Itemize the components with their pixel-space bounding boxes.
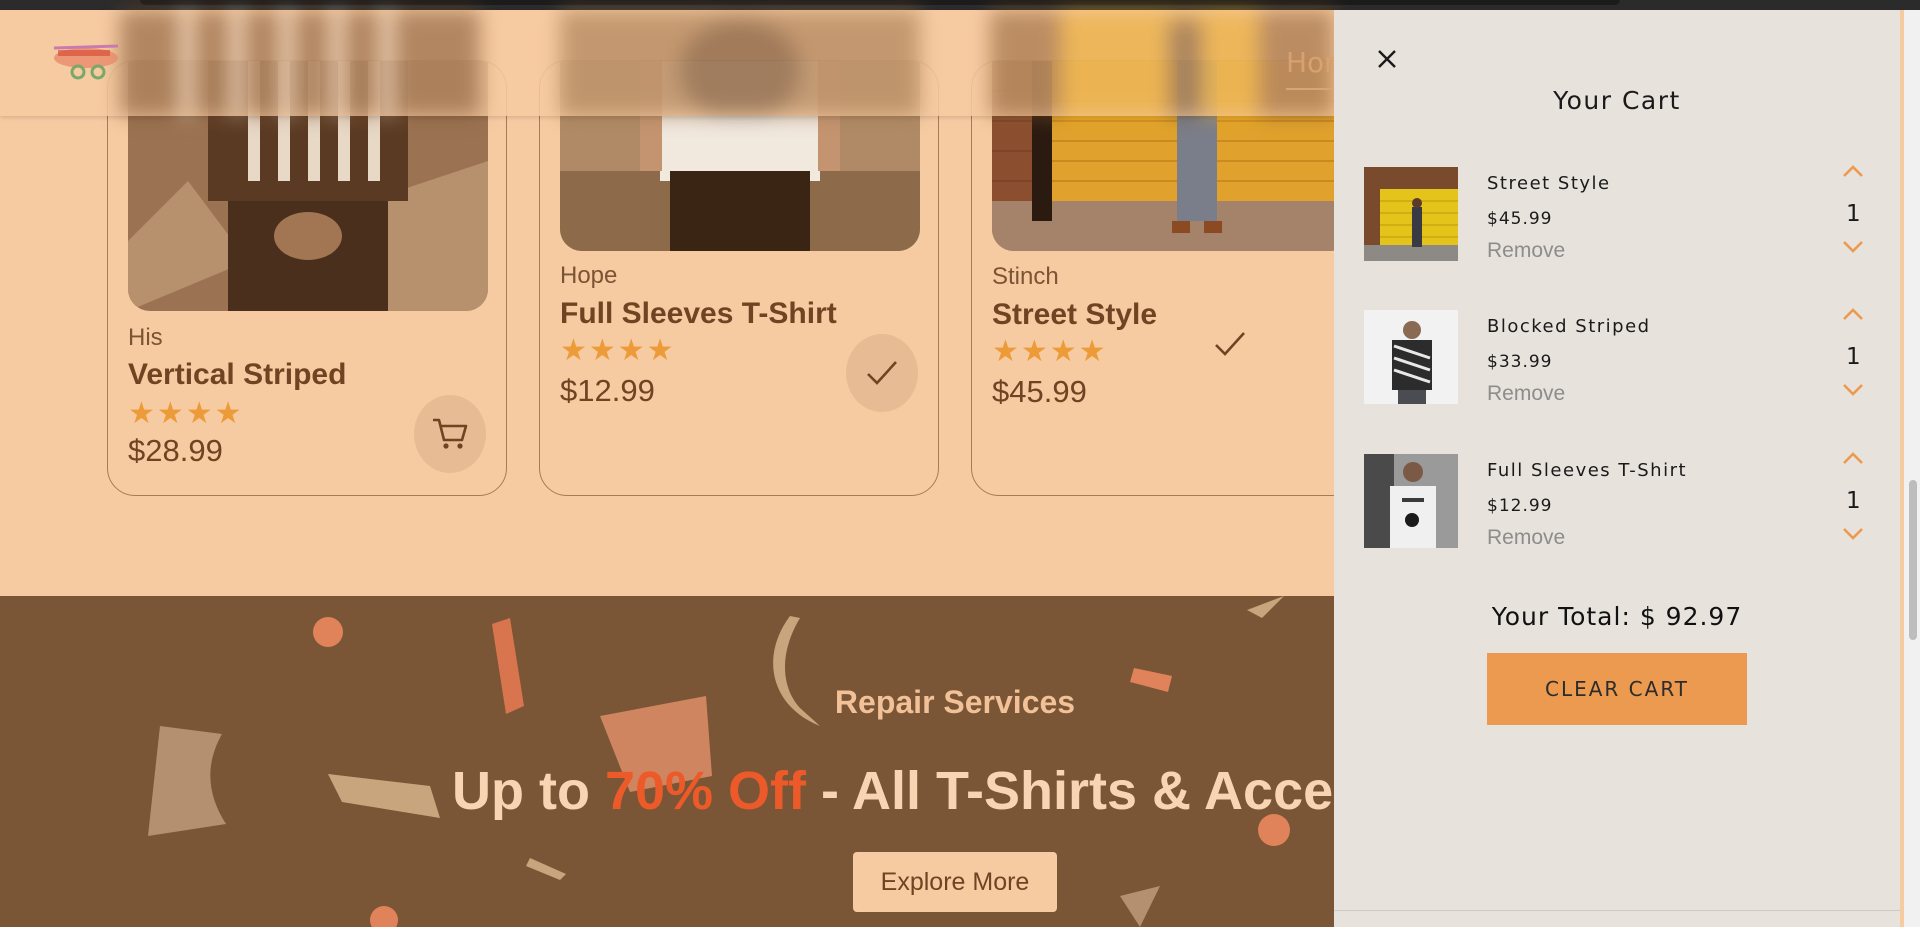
cart-item-thumbnail[interactable]: [1364, 167, 1458, 261]
product-brand: Stinch: [992, 263, 1059, 290]
cart-item-thumbnail[interactable]: [1364, 310, 1458, 404]
chevron-up-icon[interactable]: [1842, 450, 1864, 466]
cart-item-quantity: 1: [1846, 344, 1861, 370]
cart-item-name: Full Sleeves T-Shirt: [1487, 460, 1688, 481]
chevron-up-icon[interactable]: [1842, 306, 1864, 322]
product-rating-stars: ★★★★: [128, 396, 244, 431]
product-card[interactable]: Hope Full Sleeves T-Shirt ★★★★ $12.99: [539, 60, 939, 496]
cart-item-name: Street Style: [1487, 173, 1611, 194]
cart-item-quantity: 1: [1846, 201, 1861, 227]
cart-icon: [433, 418, 468, 449]
chevron-down-icon[interactable]: [1842, 239, 1864, 255]
header-blur-image-3: [990, 10, 1334, 116]
product-card[interactable]: His Vertical Striped ★★★★ $28.99: [107, 60, 507, 496]
product-title[interactable]: Full Sleeves T-Shirt: [560, 297, 837, 331]
chevron-down-icon[interactable]: [1842, 526, 1864, 542]
scrollbar-thumb[interactable]: [1909, 480, 1917, 640]
product-title[interactable]: Vertical Striped: [128, 358, 346, 392]
product-rating-stars: ★★★★: [560, 333, 676, 368]
product-title[interactable]: Street Style: [992, 298, 1157, 332]
cart-bottom-divider: [1334, 910, 1900, 911]
header-blur-image-1: [120, 10, 480, 116]
promo-headline-before: Up to: [452, 761, 605, 821]
product-price: $45.99: [992, 374, 1087, 409]
cart-item: Blocked Striped $33.99 Remove 1: [1364, 308, 1864, 410]
product-brand: Hope: [560, 262, 618, 289]
check-icon: [867, 361, 897, 385]
cart-item-quantity: 1: [1846, 488, 1861, 514]
explore-more-button[interactable]: Explore More: [853, 852, 1057, 912]
in-cart-button[interactable]: [1194, 305, 1266, 383]
check-icon: [1215, 332, 1245, 356]
cart-item: Street Style $45.99 Remove 1: [1364, 165, 1864, 267]
remove-item-button[interactable]: Remove: [1487, 382, 1565, 406]
product-price: $28.99: [128, 433, 223, 468]
cart-item: Full Sleeves T-Shirt $12.99 Remove 1: [1364, 452, 1864, 554]
browser-tab-strip: [140, 0, 1620, 5]
close-icon[interactable]: [1372, 44, 1402, 74]
product-price: $12.99: [560, 373, 655, 408]
remove-item-button[interactable]: Remove: [1487, 239, 1565, 263]
cart-total: Your Total: $ 92.97: [1491, 602, 1743, 631]
cart-panel: Your Cart Street Style $45.99 Remove 1 B…: [1334, 10, 1900, 927]
chevron-up-icon[interactable]: [1842, 163, 1864, 179]
product-rating-stars: ★★★★: [992, 334, 1108, 369]
browser-top-strip: [0, 0, 1920, 10]
promo-headline-accent: 70% Off: [604, 761, 807, 821]
site-logo[interactable]: [48, 38, 126, 86]
promo-subtitle: Repair Services: [834, 684, 1076, 720]
promo-headline: Up to 70% Off - All T-Shirts & Access: [452, 760, 1334, 822]
scrollbar-track[interactable]: [1904, 10, 1920, 927]
cart-item-thumbnail[interactable]: [1364, 454, 1458, 548]
in-cart-button[interactable]: [846, 334, 918, 412]
promo-headline-after: - All T-Shirts & Access: [821, 761, 1334, 821]
clear-cart-button[interactable]: CLEAR CART: [1487, 653, 1747, 725]
header-blur-image-2: [560, 10, 920, 116]
add-to-cart-button[interactable]: [414, 395, 486, 473]
remove-item-button[interactable]: Remove: [1487, 526, 1565, 550]
cart-item-price: $12.99: [1487, 496, 1553, 516]
cart-item-name: Blocked Striped: [1487, 316, 1651, 337]
cart-item-price: $33.99: [1487, 352, 1553, 372]
chevron-down-icon[interactable]: [1842, 382, 1864, 398]
product-card[interactable]: Stinch Street Style ★★★★ $45.99: [971, 60, 1371, 496]
cart-title: Your Cart: [1553, 86, 1681, 115]
promo-banner: Repair Services Up to 70% Off - All T-Sh…: [0, 596, 1334, 927]
cart-item-price: $45.99: [1487, 209, 1553, 229]
site-header: Hom: [0, 10, 1351, 116]
product-brand: His: [128, 324, 163, 351]
